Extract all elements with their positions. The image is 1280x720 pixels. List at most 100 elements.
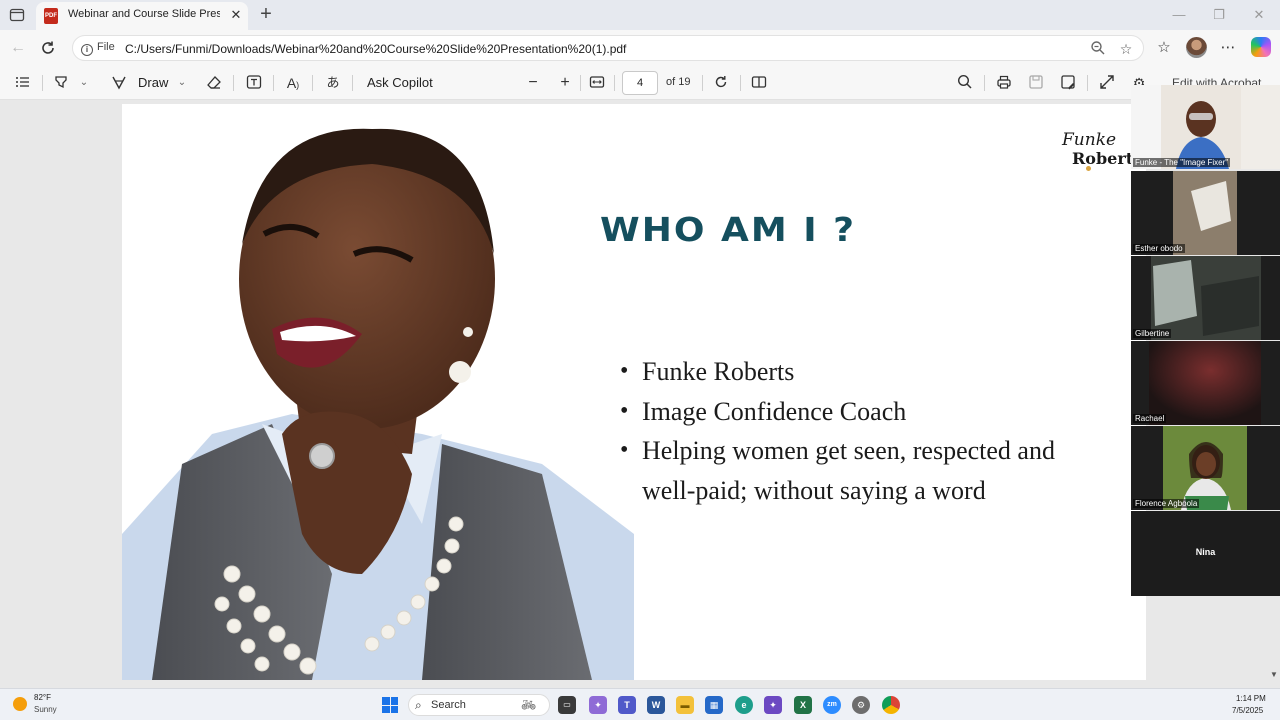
taskbar-search[interactable]: ⌕ Search 🚲︎: [408, 694, 550, 716]
page-view-icon[interactable]: [750, 73, 768, 93]
more-options-icon[interactable]: ⋯: [1218, 38, 1238, 58]
bicycle-icon: 🚲︎: [521, 698, 537, 712]
address-bar[interactable]: i File C:/Users/Funmi/Downloads/Webinar%2…: [72, 35, 1144, 61]
tab-pdf-presentation[interactable]: PDF Webinar and Course Slide Presen ✕: [36, 2, 248, 30]
toolbar-divider: [352, 75, 353, 91]
profile-avatar[interactable]: [1186, 37, 1207, 58]
page-total: of 19: [666, 76, 691, 88]
draw-chevron-down-icon[interactable]: ⌄: [176, 73, 188, 93]
participant-tile[interactable]: Esther obodo: [1131, 171, 1280, 255]
print-icon[interactable]: [995, 73, 1013, 93]
full-screen-icon[interactable]: [1098, 73, 1116, 93]
pdf-toolbar: ⌄ Draw ⌄ A) あ Ask Copilot − + 4 of 19 ⚙ …: [0, 66, 1280, 100]
clock-date[interactable]: 7/5/2025: [1232, 706, 1263, 715]
pdf-icon: PDF: [44, 8, 58, 24]
find-search-icon[interactable]: [956, 73, 974, 93]
add-text-icon[interactable]: [245, 73, 263, 93]
contents-icon[interactable]: [14, 73, 32, 93]
translate-icon[interactable]: あ: [322, 73, 344, 93]
participant-video: [1131, 171, 1280, 255]
toolbar-divider: [273, 75, 274, 91]
copilot-365-icon[interactable]: ✦: [764, 696, 782, 714]
draw-button[interactable]: Draw: [138, 75, 168, 90]
task-view-icon[interactable]: ▭: [558, 696, 576, 714]
maximize-icon[interactable]: ❐: [1210, 6, 1228, 24]
brand-logo: Funke Roberts: [1060, 128, 1142, 172]
address-bar-row: ← i File C:/Users/Funmi/Downloads/Webinar…: [0, 30, 1280, 66]
toolbar-divider: [1087, 75, 1088, 91]
slide-page: Funke Roberts WHO AM I ? Funke Roberts I…: [122, 104, 1146, 680]
save-as-icon[interactable]: [1059, 73, 1077, 93]
brand-logo-line1: Funke: [1062, 130, 1117, 150]
url-text[interactable]: C:/Users/Funmi/Downloads/Webinar%20and%2…: [125, 42, 626, 56]
weather-condition[interactable]: Sunny: [34, 705, 57, 714]
participant-video: [1131, 341, 1280, 425]
draw-pen-icon[interactable]: [110, 73, 128, 93]
back-icon[interactable]: ←: [8, 38, 28, 58]
save-icon[interactable]: [1027, 73, 1045, 93]
zoom-in-icon[interactable]: +: [556, 73, 574, 93]
address-scheme: File: [97, 41, 115, 53]
browser-tab-bar: PDF Webinar and Course Slide Presen ✕ + …: [0, 0, 1280, 30]
participant-tile[interactable]: Gilbertine: [1131, 256, 1280, 340]
tab-actions-icon[interactable]: [8, 6, 26, 24]
favorites-icon[interactable]: ☆: [1154, 38, 1174, 58]
word-icon[interactable]: W: [647, 696, 665, 714]
minimize-icon[interactable]: —: [1170, 6, 1188, 24]
slide-title: WHO AM I ?: [600, 211, 857, 250]
participant-tile[interactable]: Florence Agboola: [1131, 426, 1280, 510]
start-windows-icon[interactable]: [382, 697, 398, 713]
info-icon: i: [81, 44, 93, 56]
excel-icon[interactable]: X: [794, 696, 812, 714]
participant-tile[interactable]: Rachael: [1131, 341, 1280, 425]
close-tab-icon[interactable]: ✕: [228, 7, 244, 23]
toolbar-divider: [614, 75, 615, 91]
eraser-icon[interactable]: [205, 73, 223, 93]
clock-time[interactable]: 1:14 PM: [1236, 694, 1266, 703]
participant-video: [1131, 426, 1280, 510]
participant-tile[interactable]: Nina: [1131, 511, 1280, 596]
edge-icon[interactable]: e: [735, 696, 753, 714]
participant-tile[interactable]: Funke - The "Image Fixer": [1131, 85, 1280, 169]
highlight-icon[interactable]: [52, 73, 70, 93]
toolbar-divider: [740, 75, 741, 91]
copilot-icon[interactable]: [1251, 37, 1271, 57]
ask-copilot-button[interactable]: Ask Copilot: [367, 75, 433, 90]
sun-weather-icon[interactable]: [13, 697, 27, 711]
participant-name: Esther obodo: [1133, 244, 1185, 253]
teams-icon[interactable]: T: [618, 696, 636, 714]
microsoft-store-icon[interactable]: ▦: [705, 696, 723, 714]
settings-app-icon[interactable]: ⚙: [852, 696, 870, 714]
toolbar-divider: [984, 75, 985, 91]
windows-taskbar: 82°F Sunny ⌕ Search 🚲︎ ▭ ✦ T W ▬ ▦ e ✦ X…: [0, 688, 1280, 720]
zoom-out-icon[interactable]: −: [524, 73, 542, 93]
page-number-input[interactable]: 4: [622, 71, 658, 95]
highlight-chevron-down-icon[interactable]: ⌄: [78, 73, 90, 93]
new-tab-icon[interactable]: +: [256, 3, 276, 25]
toolbar-divider: [312, 75, 313, 91]
file-explorer-icon[interactable]: ▬: [676, 696, 694, 714]
participant-video: [1131, 256, 1280, 340]
weather-temperature[interactable]: 82°F: [34, 693, 51, 702]
close-window-icon[interactable]: ✕: [1250, 6, 1268, 24]
scroll-down-arrow-icon[interactable]: ▼: [1270, 670, 1278, 679]
read-aloud-icon[interactable]: A): [284, 73, 302, 93]
bullet-item: Helping women get seen, respected and we…: [620, 431, 1090, 510]
participant-name: Rachael: [1133, 414, 1167, 423]
favorite-star-icon[interactable]: ☆: [1117, 40, 1135, 58]
copilot-app-icon[interactable]: ✦: [589, 696, 607, 714]
chrome-icon[interactable]: [882, 696, 900, 714]
site-info-chip[interactable]: i File: [81, 41, 115, 56]
taskbar-search-label: Search: [431, 699, 466, 711]
refresh-icon[interactable]: [38, 38, 58, 58]
pdf-document-area[interactable]: Funke Roberts WHO AM I ? Funke Roberts I…: [0, 100, 1280, 684]
fit-to-width-icon[interactable]: [588, 73, 606, 93]
zoom-app-icon[interactable]: zm: [823, 696, 841, 714]
tab-title: Webinar and Course Slide Presen: [68, 8, 220, 20]
bullet-item: Image Confidence Coach: [620, 392, 1090, 432]
participant-name: Funke - The "Image Fixer": [1133, 158, 1231, 167]
rotate-icon[interactable]: [712, 73, 730, 93]
participant-name: Gilbertine: [1133, 329, 1172, 338]
toolbar-divider: [702, 75, 703, 91]
zoom-icon[interactable]: [1089, 40, 1107, 58]
